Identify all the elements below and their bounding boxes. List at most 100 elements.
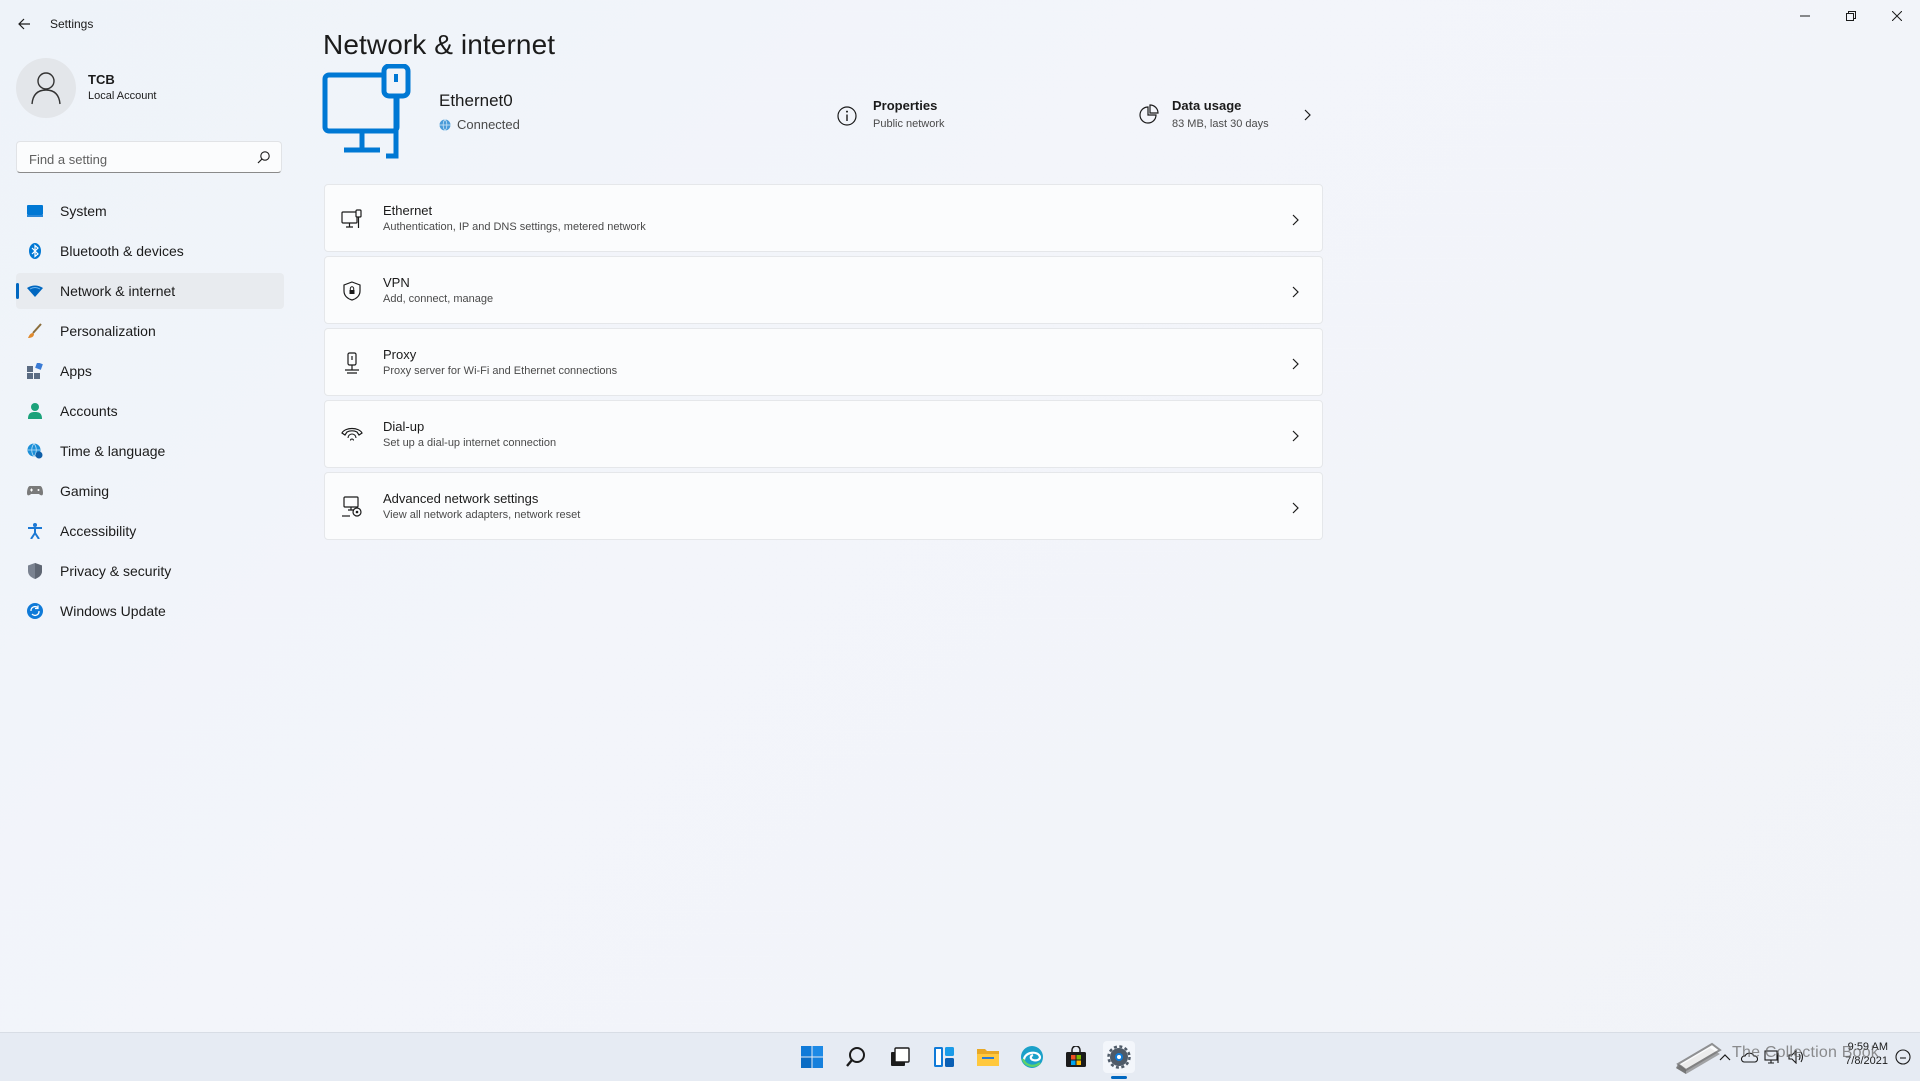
data-usage-link[interactable]: Data usage 83 MB, last 30 days (1138, 96, 1318, 136)
dialup-icon (341, 424, 363, 446)
sidebar-item-system[interactable]: System (16, 193, 284, 229)
widgets-button[interactable] (928, 1041, 960, 1073)
search-icon (846, 1047, 865, 1067)
card-subtitle: Add, connect, manage (383, 293, 494, 305)
store-button[interactable] (1060, 1041, 1092, 1073)
connection-status: Connected (457, 117, 520, 132)
chevron-right-icon (1292, 502, 1299, 514)
sidebar-item-label: System (60, 203, 107, 219)
restore-icon (1846, 11, 1856, 21)
sidebar-item-time-language[interactable]: Time & language (16, 433, 284, 469)
sidebar-item-gaming[interactable]: Gaming (16, 473, 284, 509)
card-subtitle: Proxy server for Wi-Fi and Ethernet conn… (383, 365, 618, 377)
ethernet-monitor-icon (322, 64, 411, 159)
sidebar-item-accounts[interactable]: Accounts (16, 393, 284, 429)
edge-button[interactable] (1016, 1041, 1048, 1073)
search-icon[interactable] (257, 150, 271, 164)
properties-title: Properties (873, 98, 938, 113)
advanced-network-icon (341, 496, 363, 518)
sidebar-nav: System Bluetooth & devices Network & int… (16, 193, 284, 633)
chevron-right-icon (1292, 286, 1299, 298)
task-view-button[interactable] (884, 1041, 916, 1073)
active-app-indicator (1111, 1076, 1127, 1079)
file-explorer-icon (977, 1049, 999, 1066)
globe-clock-icon (26, 442, 44, 460)
settings-button[interactable] (1103, 1041, 1135, 1073)
back-arrow-icon (18, 18, 30, 30)
app-title: Settings (50, 17, 94, 31)
bluetooth-icon (26, 242, 44, 260)
card-subtitle: Authentication, IP and DNS settings, met… (383, 221, 646, 233)
card-dial-up[interactable]: Dial-up Set up a dial-up internet connec… (324, 400, 1323, 468)
back-button[interactable] (14, 14, 34, 34)
sidebar-item-privacy[interactable]: Privacy & security (16, 553, 284, 589)
user-profile[interactable]: TCB Local Account (16, 58, 286, 118)
sidebar-item-bluetooth[interactable]: Bluetooth & devices (16, 233, 284, 269)
taskbar: 9:59 AM 7/8/2021 (0, 1032, 1920, 1081)
sidebar-item-label: Bluetooth & devices (60, 243, 184, 259)
properties-link[interactable]: Properties Public network (837, 96, 1037, 136)
card-title: VPN (383, 275, 410, 290)
task-view-icon (891, 1047, 910, 1066)
profile-account-type: Local Account (88, 90, 157, 102)
search-input[interactable] (27, 148, 251, 170)
vpn-shield-icon (341, 280, 363, 302)
info-icon (837, 106, 857, 126)
connection-name: Ethernet0 (439, 91, 513, 110)
close-icon (1892, 11, 1902, 21)
taskbar-search-button[interactable] (840, 1041, 872, 1073)
controller-icon (26, 482, 44, 500)
sidebar-item-apps[interactable]: Apps (16, 353, 284, 389)
sidebar-item-accessibility[interactable]: Accessibility (16, 513, 284, 549)
sidebar-item-windows-update[interactable]: Windows Update (16, 593, 284, 629)
sidebar-item-label: Network & internet (60, 283, 176, 299)
data-usage-subtitle: 83 MB, last 30 days (1172, 118, 1269, 130)
notification-button[interactable] (1892, 1045, 1914, 1069)
start-icon (801, 1046, 823, 1068)
card-vpn[interactable]: VPN Add, connect, manage (324, 256, 1323, 324)
settings-icon (1107, 1045, 1131, 1069)
store-icon (1066, 1046, 1086, 1067)
card-subtitle: View all network adapters, network reset (383, 509, 581, 521)
chevron-right-icon (1292, 358, 1299, 370)
restore-button[interactable] (1828, 0, 1874, 32)
close-button[interactable] (1874, 0, 1920, 32)
active-indicator (16, 283, 19, 299)
sidebar-item-label: Personalization (60, 323, 156, 339)
sidebar-item-label: Windows Update (60, 603, 166, 619)
sidebar-item-label: Apps (60, 363, 92, 379)
properties-subtitle: Public network (873, 118, 945, 130)
card-title: Ethernet (383, 203, 433, 218)
person-avatar-icon (31, 72, 61, 105)
avatar (16, 58, 76, 118)
settings-card-list: Ethernet Authentication, IP and DNS sett… (324, 184, 1323, 544)
sidebar-item-network[interactable]: Network & internet (16, 273, 284, 309)
accessibility-icon (26, 522, 44, 540)
widgets-icon (934, 1047, 954, 1067)
search-box[interactable] (16, 141, 282, 173)
start-button[interactable] (796, 1041, 828, 1073)
globe-icon (439, 118, 451, 131)
sidebar-item-label: Gaming (60, 483, 110, 499)
shield-icon (26, 562, 44, 580)
card-ethernet[interactable]: Ethernet Authentication, IP and DNS sett… (324, 184, 1323, 252)
file-explorer-button[interactable] (972, 1041, 1004, 1073)
page-title: Network & internet (323, 28, 556, 60)
chevron-right-icon (1304, 109, 1311, 121)
chevron-right-icon (1292, 214, 1299, 226)
card-advanced-network[interactable]: Advanced network settings View all netwo… (324, 472, 1323, 540)
system-display-icon (26, 202, 44, 220)
card-title: Proxy (383, 347, 417, 362)
sidebar-item-personalization[interactable]: Personalization (16, 313, 284, 349)
profile-name: TCB (88, 72, 115, 87)
sidebar-item-label: Accounts (60, 403, 118, 419)
title-bar: Settings (0, 0, 1920, 48)
update-icon (26, 602, 44, 620)
card-proxy[interactable]: Proxy Proxy server for Wi-Fi and Etherne… (324, 328, 1323, 396)
connection-status-row: Connected (439, 117, 520, 132)
watermark-text: The Collection Book (1732, 1044, 1879, 1061)
pie-chart-icon (1139, 104, 1159, 124)
minimize-button[interactable] (1782, 0, 1828, 32)
person-icon (26, 402, 44, 420)
sidebar-item-label: Privacy & security (60, 563, 172, 579)
